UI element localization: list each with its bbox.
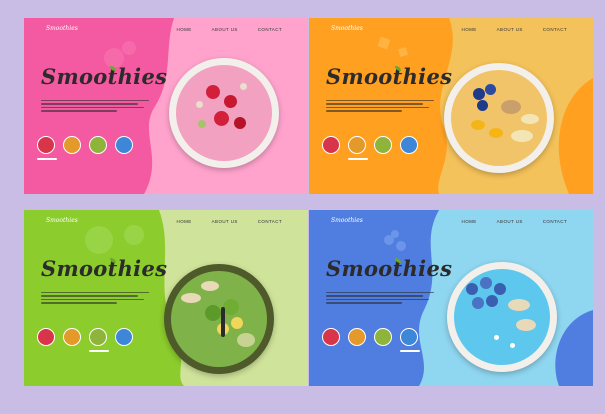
thumbnail-row bbox=[37, 136, 133, 154]
hero-title: Smoothies bbox=[326, 256, 453, 281]
nav-contact[interactable]: CONTACT bbox=[258, 27, 282, 32]
hero-title: Smoothies bbox=[41, 64, 168, 89]
description-text bbox=[41, 292, 149, 304]
brand-logo[interactable]: Smoothies bbox=[46, 25, 78, 32]
nav-about[interactable]: ABOUT US bbox=[497, 27, 523, 32]
active-indicator bbox=[89, 350, 109, 352]
nav-about[interactable]: ABOUT US bbox=[212, 27, 238, 32]
mockup-blue: Smoothies HOME ABOUT US CONTACT Smoothie… bbox=[309, 210, 593, 386]
mockup-orange: Smoothies HOME ABOUT US CONTACT Smoothie… bbox=[309, 18, 593, 194]
nav-home[interactable]: HOME bbox=[462, 219, 477, 224]
hero-title: Smoothies bbox=[41, 256, 168, 281]
active-indicator bbox=[348, 158, 368, 160]
thumb-berry[interactable] bbox=[322, 136, 340, 154]
hero-title: Smoothies bbox=[326, 64, 453, 89]
thumb-blueberry[interactable] bbox=[400, 328, 418, 346]
thumbnail-row bbox=[322, 136, 418, 154]
nav-home[interactable]: HOME bbox=[177, 219, 192, 224]
nav-contact[interactable]: CONTACT bbox=[258, 219, 282, 224]
smoothie-bowl-image bbox=[444, 63, 554, 173]
thumb-blueberry[interactable] bbox=[115, 136, 133, 154]
thumb-berry[interactable] bbox=[37, 328, 55, 346]
brand-logo[interactable]: Smoothies bbox=[331, 217, 363, 224]
mockup-pink: Smoothies HOME ABOUT US CONTACT Smoothie… bbox=[24, 18, 308, 194]
brand-logo[interactable]: Smoothies bbox=[331, 25, 363, 32]
thumb-kiwi[interactable] bbox=[374, 136, 392, 154]
description-text bbox=[41, 100, 149, 112]
thumbnail-row bbox=[322, 328, 418, 346]
thumbnail-row bbox=[37, 328, 133, 346]
active-indicator bbox=[400, 350, 420, 352]
thumb-blueberry[interactable] bbox=[115, 328, 133, 346]
thumb-mango[interactable] bbox=[348, 136, 366, 154]
description-text bbox=[326, 100, 434, 112]
thumb-kiwi[interactable] bbox=[89, 328, 107, 346]
thumb-mango[interactable] bbox=[348, 328, 366, 346]
thumb-kiwi[interactable] bbox=[374, 328, 392, 346]
thumb-mango[interactable] bbox=[63, 328, 81, 346]
nav-contact[interactable]: CONTACT bbox=[543, 219, 567, 224]
nav-bar: HOME ABOUT US CONTACT bbox=[462, 219, 567, 224]
smoothie-bowl-image bbox=[164, 264, 274, 374]
nav-about[interactable]: ABOUT US bbox=[212, 219, 238, 224]
description-text bbox=[326, 292, 434, 304]
nav-home[interactable]: HOME bbox=[177, 27, 192, 32]
thumb-berry[interactable] bbox=[37, 136, 55, 154]
nav-bar: HOME ABOUT US CONTACT bbox=[177, 219, 282, 224]
nav-contact[interactable]: CONTACT bbox=[543, 27, 567, 32]
thumb-berry[interactable] bbox=[322, 328, 340, 346]
smoothie-bowl-image bbox=[447, 262, 557, 372]
nav-home[interactable]: HOME bbox=[462, 27, 477, 32]
nav-bar: HOME ABOUT US CONTACT bbox=[177, 27, 282, 32]
thumb-mango[interactable] bbox=[63, 136, 81, 154]
active-indicator bbox=[37, 158, 57, 160]
thumb-blueberry[interactable] bbox=[400, 136, 418, 154]
nav-bar: HOME ABOUT US CONTACT bbox=[462, 27, 567, 32]
nav-about[interactable]: ABOUT US bbox=[497, 219, 523, 224]
smoothie-bowl-image bbox=[169, 58, 279, 168]
brand-logo[interactable]: Smoothies bbox=[46, 217, 78, 224]
mockup-green: Smoothies HOME ABOUT US CONTACT Smoothie… bbox=[24, 210, 308, 386]
thumb-kiwi[interactable] bbox=[89, 136, 107, 154]
